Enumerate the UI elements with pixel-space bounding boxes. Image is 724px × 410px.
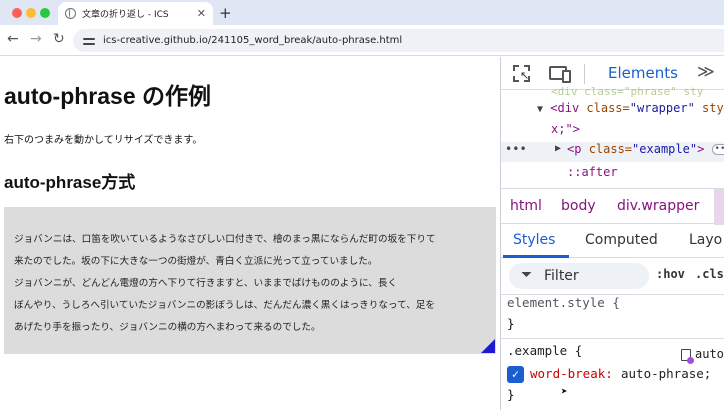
tab-elements[interactable]: Elements [608, 64, 678, 82]
toolbar-divider [584, 64, 585, 84]
back-arrow-icon[interactable]: ← [7, 31, 19, 47]
page-title: auto-phrase の作例 [4, 83, 212, 109]
dom-node-wrapper[interactable]: ▼ <div class="wrapper" sty [537, 101, 724, 115]
file-icon [681, 348, 694, 364]
page-content: auto-phrase の作例 右下のつまみを動かしてリサイズできます。 aut… [0, 57, 500, 410]
dom-node-wrapper-cont: x;"> [551, 122, 580, 136]
tab-computed[interactable]: Computed [585, 232, 658, 248]
url-text[interactable]: ics-creative.github.io/241105_word_break… [103, 35, 402, 46]
site-info-icon[interactable] [83, 36, 95, 46]
resize-handle[interactable] [481, 339, 495, 353]
property-value[interactable]: auto-phrase; [621, 366, 711, 381]
section-heading: auto-phrase方式 [4, 173, 136, 192]
rule-close-brace: } [507, 316, 515, 331]
dom-attr-name: class= [586, 101, 630, 115]
dom-attr-name: sty [702, 101, 724, 115]
element-style-selector[interactable]: element.style { [507, 295, 620, 310]
tab-title: 文章の折り返し - ICS [82, 10, 169, 20]
breadcrumb-html[interactable]: html [510, 198, 542, 214]
styles-filter-row: ⏷ Filter :hov .cls [501, 258, 724, 295]
dom-tag: <p [567, 142, 582, 156]
breadcrumb-div-wrapper[interactable]: div.wrapper [617, 198, 699, 214]
dom-breadcrumbs: html body div.wrapper [501, 188, 724, 225]
close-window-button[interactable] [12, 8, 22, 18]
minimize-window-button[interactable] [26, 8, 36, 18]
rule-close-brace: } [507, 387, 515, 402]
example-line: ぼんやり、うしろへ引いていたジョバンニの影ぼうしは、だんだん濃く黒くはっきりなっ… [14, 300, 435, 311]
example-text: ジョバンニは、口笛を吹いているようなさびしい口付きで、檜のまっ黒にならんだ町の坂… [14, 229, 436, 339]
page-lead: 右下のつまみを動かしてリサイズできます。 [4, 135, 203, 146]
dom-node-cut[interactable]: <div class="phrase" sty [551, 85, 703, 98]
tab-layout[interactable]: Layo [689, 232, 722, 248]
reload-icon[interactable]: ↻ [53, 31, 65, 47]
filter-icon: ⏷ [521, 267, 533, 283]
example-line: あげたり手を振ったり、ジョバンニの横の方へまわって来るのでした。 [14, 322, 321, 333]
example-line: ジョバンニは、口笛を吹いているようなさびしい口付きで、檜のまっ黒にならんだ町の坂… [14, 234, 436, 245]
property-checkbox[interactable]: ✓ [507, 366, 524, 383]
dom-p-text: <p class="example"> ••• [567, 142, 724, 156]
filter-placeholder: Filter [544, 268, 579, 284]
close-tab-icon[interactable]: ✕ [197, 7, 206, 20]
maximize-window-button[interactable] [40, 8, 50, 18]
dom-node-after[interactable]: ::after [567, 165, 618, 179]
inspect-element-icon[interactable] [513, 65, 530, 82]
node-actions-icon[interactable]: ••• [505, 142, 527, 156]
more-panels-icon[interactable]: ≫ [697, 62, 715, 82]
tab-strip: 文章の折り返し - ICS ✕ + [0, 0, 724, 25]
dom-node-p-example[interactable]: ••• ▶ <p class="example"> ••• [501, 142, 724, 162]
dom-tree: <div class="phrase" sty ▼ <div class="wr… [501, 85, 724, 188]
dom-attr-name: class= [588, 142, 633, 156]
collapsed-children-badge[interactable]: ••• [711, 144, 724, 155]
example-box: ジョバンニは、口笛を吹いているようなさびしい口付きで、檜のまっ黒にならんだ町の坂… [4, 207, 496, 354]
hover-state-button[interactable]: :hov [656, 267, 685, 281]
new-tab-button[interactable]: + [219, 4, 232, 22]
filter-input[interactable]: ⏷ Filter [509, 263, 649, 289]
browser-toolbar: ← → ↻ ics-creative.github.io/241105_word… [0, 25, 724, 56]
dom-tag: > [697, 142, 705, 156]
example-line: 来たのでした。坂の下に大きな一つの街燈が、青白く立派に光って立っていました。 [14, 256, 378, 267]
address-bar[interactable]: ics-creative.github.io/241105_word_break… [73, 29, 724, 52]
breadcrumb-selected[interactable] [714, 189, 724, 225]
browser-tab[interactable]: 文章の折り返し - ICS ✕ [58, 2, 213, 25]
breadcrumb-body[interactable]: body [561, 198, 596, 214]
dom-tag: <div [550, 101, 580, 115]
dom-attr-value: "example" [632, 142, 698, 156]
dom-tag: x;"> [551, 122, 580, 136]
device-toolbar-icon[interactable] [549, 66, 571, 83]
rule-source-text[interactable]: auto [695, 347, 724, 361]
style-rules: element.style { } .example { auto ✓ word… [501, 295, 724, 410]
example-line: ジョバンニが、どんどん電燈の方へ下りて行きますと、いままでばけもののように、長く [14, 278, 398, 289]
dom-attr-value: "wrapper" [629, 101, 695, 115]
mouse-cursor-icon: ➤ [561, 385, 568, 398]
expand-caret-icon[interactable]: ▶ [555, 143, 561, 154]
expand-caret-icon[interactable]: ▼ [537, 104, 543, 115]
class-toggle-button[interactable]: .cls [695, 267, 724, 281]
property-name[interactable]: word-break: [530, 366, 613, 381]
styles-tabbar: Styles Computed Layo [501, 224, 724, 258]
rule-divider [501, 338, 724, 339]
css-property-row: ✓ word-break: auto-phrase; ➤ [501, 363, 724, 398]
devtools-panel: Elements ≫ <div class="phrase" sty ▼ <di… [500, 57, 724, 410]
rule-source-link[interactable]: auto [681, 347, 724, 364]
tab-styles[interactable]: Styles [513, 232, 555, 248]
forward-arrow-icon[interactable]: → [30, 31, 42, 47]
globe-icon [65, 8, 76, 19]
example-rule-selector[interactable]: .example { [507, 343, 582, 358]
